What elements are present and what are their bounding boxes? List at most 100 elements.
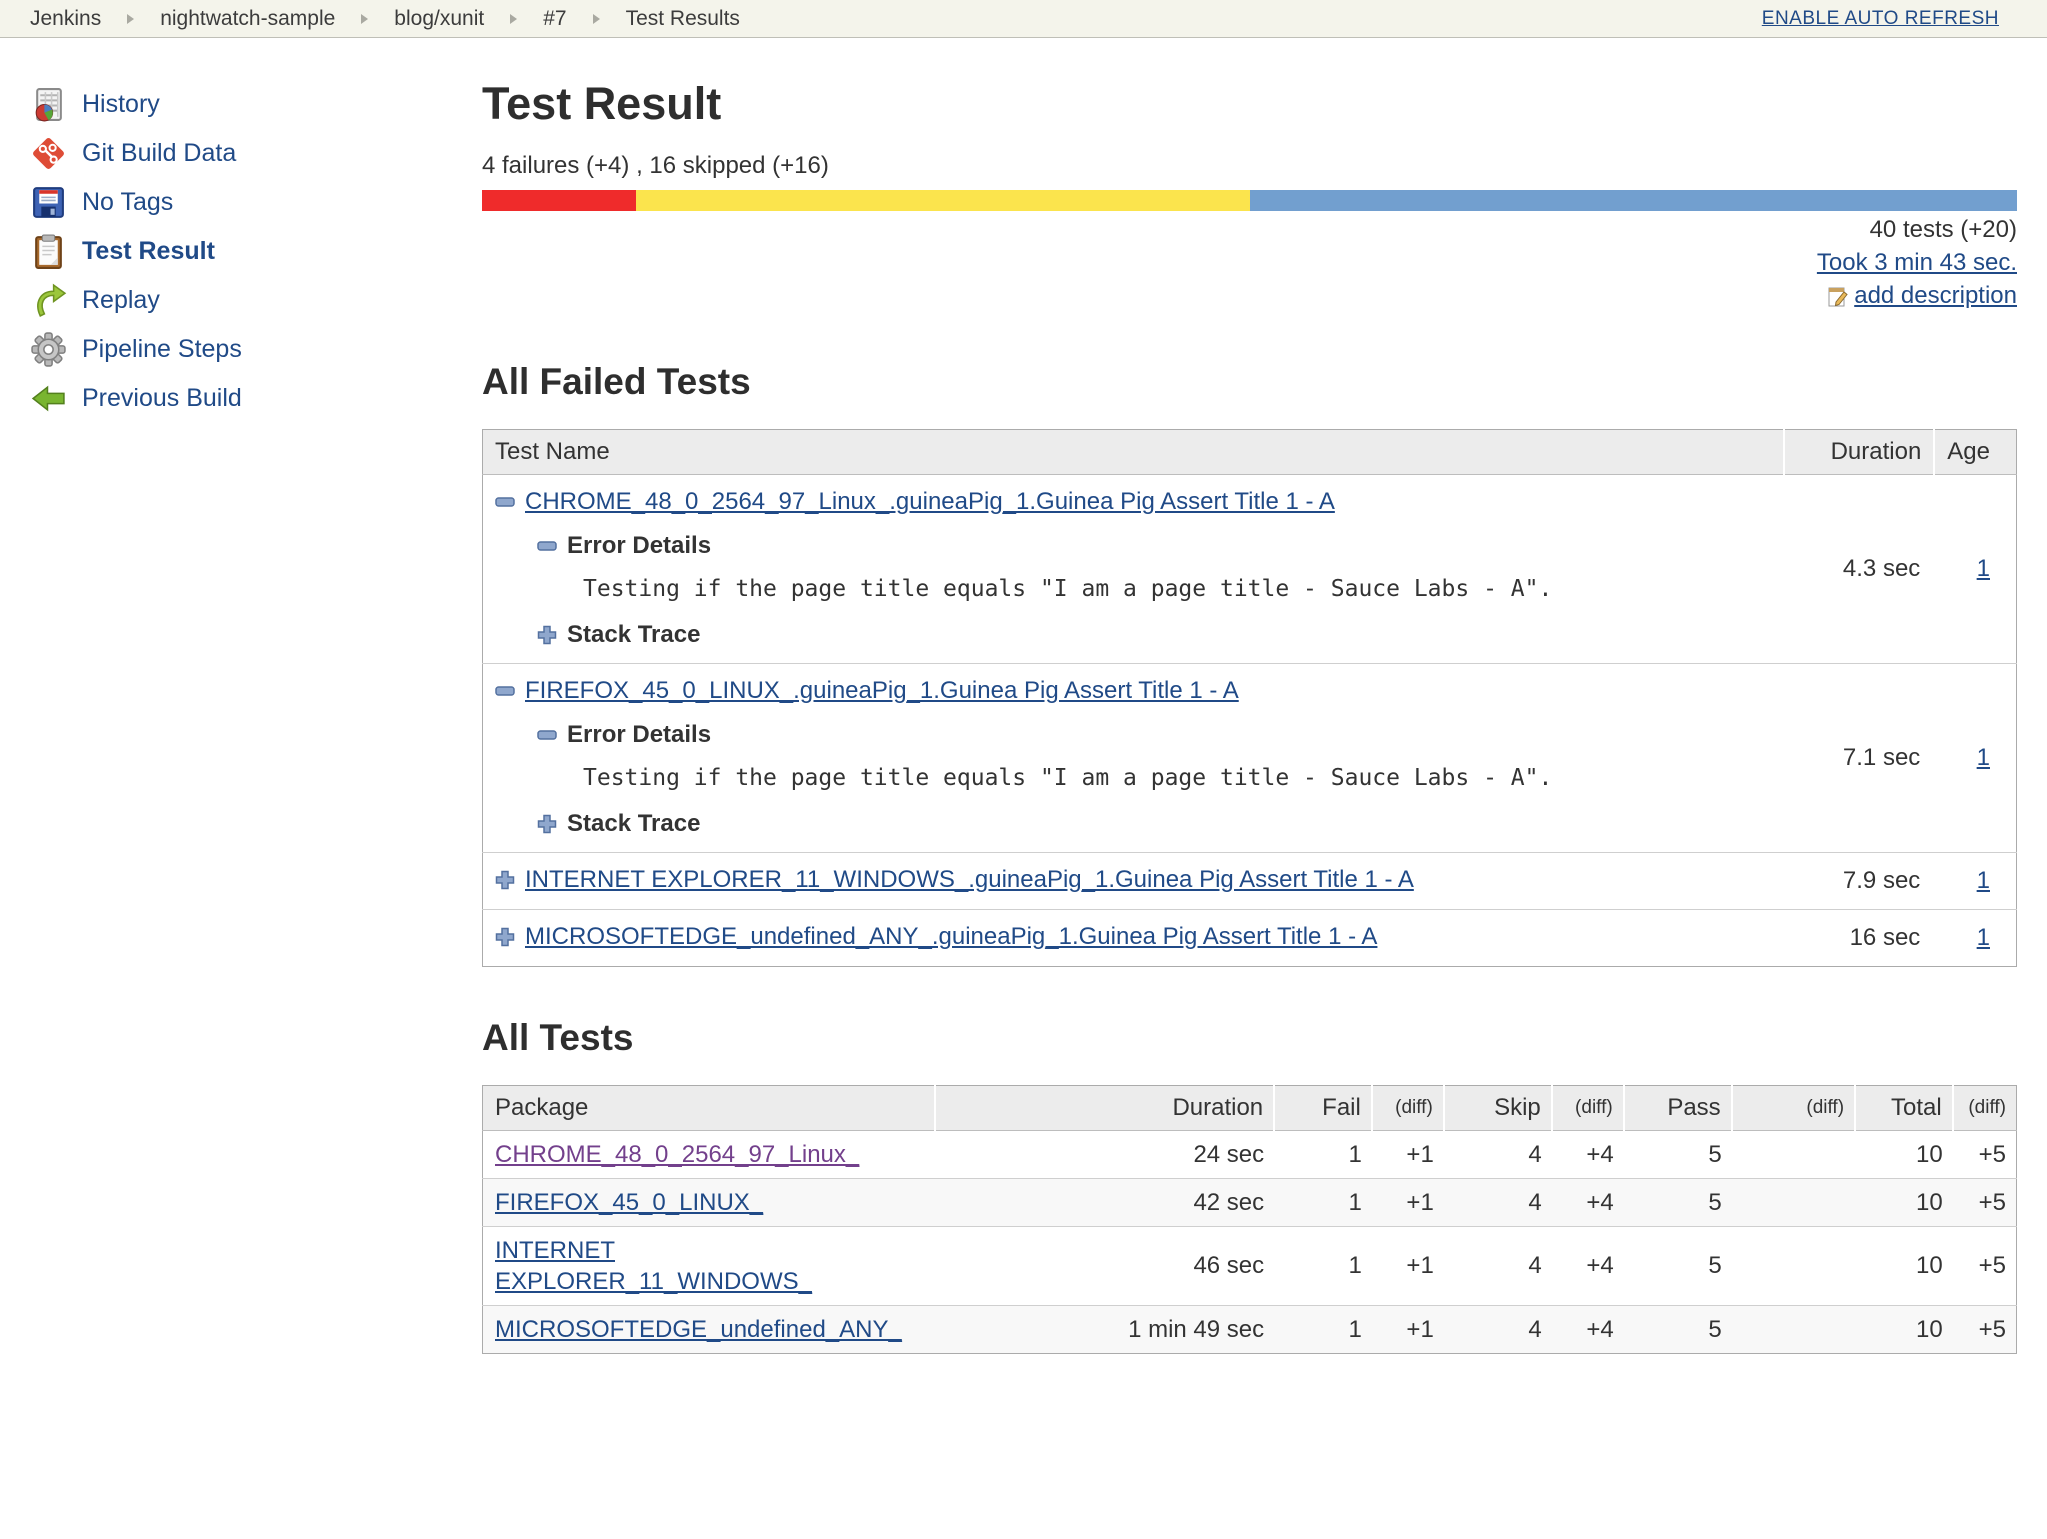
sidebar-item-label[interactable]: History [82, 90, 160, 119]
sidebar-item-label[interactable]: Replay [82, 286, 160, 315]
main-content: Test Result 4 failures (+4) , 16 skipped… [482, 38, 2047, 1354]
failed-test-row: MICROSOFTEDGE_undefined_ANY_.guineaPig_1… [482, 909, 2017, 967]
collapse-icon[interactable] [537, 725, 557, 745]
collapse-icon[interactable] [495, 681, 515, 701]
expand-icon[interactable] [495, 870, 515, 890]
collapse-icon[interactable] [537, 536, 557, 556]
add-description-link[interactable]: add description [1854, 281, 2017, 311]
passed-bar-segment [1249, 190, 2017, 211]
stat-cell: 5 [1623, 1178, 1732, 1227]
stack-trace-label: Stack Trace [567, 810, 701, 837]
duration-cell: 7.9 sec [1784, 852, 1935, 910]
stat-cell: 10 [1855, 1226, 1953, 1306]
sidebar-item-replay[interactable]: Replay [30, 276, 482, 325]
stat-cell: 42 sec [934, 1178, 1275, 1227]
all-tests-table: Package Duration Fail (diff) Skip (diff) Pass(… [482, 1085, 2017, 1354]
sidebar-item-label[interactable]: No Tags [82, 188, 173, 217]
sidebar-item-label[interactable]: Git Build Data [82, 139, 236, 168]
age-link[interactable]: 1 [1977, 555, 1990, 582]
breadcrumb-item[interactable]: blog/xunit [394, 7, 484, 31]
failed-test-row: CHROME_48_0_2564_97_Linux_.guineaPig_1.G… [483, 475, 2017, 664]
stat-cell [1731, 1178, 1856, 1227]
page-title: Test Result [482, 78, 722, 129]
stat-cell: 24 sec [1193, 1140, 1265, 1168]
column-header: Total [1854, 1085, 1953, 1131]
test-result-bar [482, 190, 2017, 211]
stat-cell: +4 [1586, 1140, 1614, 1168]
package-link[interactable]: FIREFOX_45_0_LINUX_ [495, 1189, 763, 1216]
age-link[interactable]: 1 [1977, 744, 1990, 771]
duration-cell: 7.1 sec [1784, 663, 1935, 853]
breadcrumb-item[interactable]: Jenkins [30, 7, 101, 31]
took-duration-link[interactable]: Took 3 min 43 sec. [1817, 248, 2017, 278]
failed-test-link[interactable]: CHROME_48_0_2564_97_Linux_.guineaPig_1.G… [525, 487, 1335, 517]
stat-cell: +4 [1551, 1226, 1624, 1306]
stat-cell: +1 [1371, 1178, 1444, 1227]
package-link[interactable]: CHROME_48_0_2564_97_Linux_ [495, 1141, 859, 1168]
error-details-label: Error Details [567, 721, 712, 748]
column-header: (diff) [1370, 1085, 1444, 1131]
sidebar-item-test-result[interactable]: Test Result [30, 227, 482, 276]
package-link[interactable]: INTERNET EXPLORER_11_WINDOWS_ [495, 1237, 812, 1295]
column-header: Duration [933, 1085, 1275, 1131]
age-link[interactable]: 1 [1977, 867, 1990, 894]
age-link[interactable]: 1 [1977, 924, 1990, 951]
stat-cell: +4 [1551, 1178, 1624, 1227]
sidebar-item-label[interactable]: Test Result [82, 237, 215, 266]
sidebar-item-history[interactable]: History [30, 80, 482, 129]
stat-cell: 4 [1443, 1178, 1552, 1227]
sidebar-item-pipeline-steps[interactable]: Pipeline Steps [30, 325, 482, 374]
failed-test-link[interactable]: MICROSOFTEDGE_undefined_ANY_.guineaPig_1… [525, 922, 1377, 952]
breadcrumb-separator-icon [361, 13, 369, 24]
collapse-icon[interactable] [495, 492, 515, 512]
previous-build-icon [30, 380, 67, 417]
enable-auto-refresh-link[interactable]: ENABLE AUTO REFRESH [1762, 8, 1999, 30]
floppy-icon [30, 184, 67, 221]
sidebar-item-git-build-data[interactable]: Git Build Data [30, 129, 482, 178]
stat-cell: +1 [1406, 1140, 1434, 1168]
stat-cell [1732, 1131, 1855, 1179]
sidebar-item-label[interactable]: Previous Build [82, 384, 242, 413]
stat-cell: +1 [1371, 1305, 1444, 1354]
sidebar-item-label[interactable]: Pipeline Steps [82, 335, 242, 364]
package-row: MICROSOFTEDGE_undefined_ANY_ 1 min 49 sec… [482, 1305, 2017, 1354]
history-icon [30, 86, 67, 123]
package-row: CHROME_48_0_2564_97_Linux_ 24 sec 1 +1 4 +4 5 1… [483, 1131, 2017, 1179]
expand-icon[interactable] [495, 927, 515, 947]
stat-cell: 5 [1623, 1305, 1732, 1354]
tests-count: 40 tests (+20) [1869, 216, 2017, 243]
stat-cell [1731, 1305, 1856, 1354]
failure-summary: 4 failures (+4) , 16 skipped (+16) [482, 152, 829, 179]
stat-cell: 46 sec [934, 1226, 1275, 1306]
failed-test-link[interactable]: FIREFOX_45_0_LINUX_.guineaPig_1.Guinea P… [525, 676, 1239, 706]
breadcrumb-separator-icon [592, 13, 600, 24]
skipped-bar-segment [635, 190, 1250, 211]
error-details-text: Testing if the page title equals "I am a… [583, 576, 1553, 602]
column-header: Pass [1622, 1085, 1732, 1131]
failed-test-link[interactable]: INTERNET EXPLORER_11_WINDOWS_.guineaPig_… [525, 865, 1414, 895]
breadcrumb-item[interactable]: #7 [543, 7, 566, 31]
expand-icon[interactable] [537, 814, 557, 834]
package-link[interactable]: MICROSOFTEDGE_undefined_ANY_ [495, 1316, 902, 1343]
stat-cell: 4 [1443, 1226, 1552, 1306]
breadcrumb-separator-icon [510, 13, 518, 24]
breadcrumb-item[interactable]: nightwatch-sample [160, 7, 335, 31]
expand-icon[interactable] [537, 625, 557, 645]
stat-cell: 1 [1348, 1140, 1362, 1168]
error-details-text: Testing if the page title equals "I am a… [583, 765, 1553, 791]
stat-cell: +1 [1371, 1226, 1444, 1306]
breadcrumb: Jenkins nightwatch-sample blog/xunit #7 Test… [0, 0, 2047, 38]
column-header: (diff) [1951, 1085, 2017, 1131]
stat-cell: 10 [1855, 1178, 1953, 1227]
breadcrumb-separator-icon [127, 13, 135, 24]
breadcrumb-item[interactable]: Test Results [626, 7, 740, 31]
notepad-pencil-icon [1827, 284, 1851, 308]
clipboard-icon [30, 233, 67, 270]
stat-cell: 1 [1274, 1178, 1372, 1227]
stat-cell: 4 [1528, 1140, 1542, 1168]
column-header: (diff) [1550, 1085, 1624, 1131]
column-header-age: Age [1933, 429, 2017, 475]
failed-tests-heading: All Failed Tests [482, 361, 751, 402]
sidebar-item-previous-build[interactable]: Previous Build [30, 374, 482, 423]
sidebar-item-no-tags[interactable]: No Tags [30, 178, 482, 227]
